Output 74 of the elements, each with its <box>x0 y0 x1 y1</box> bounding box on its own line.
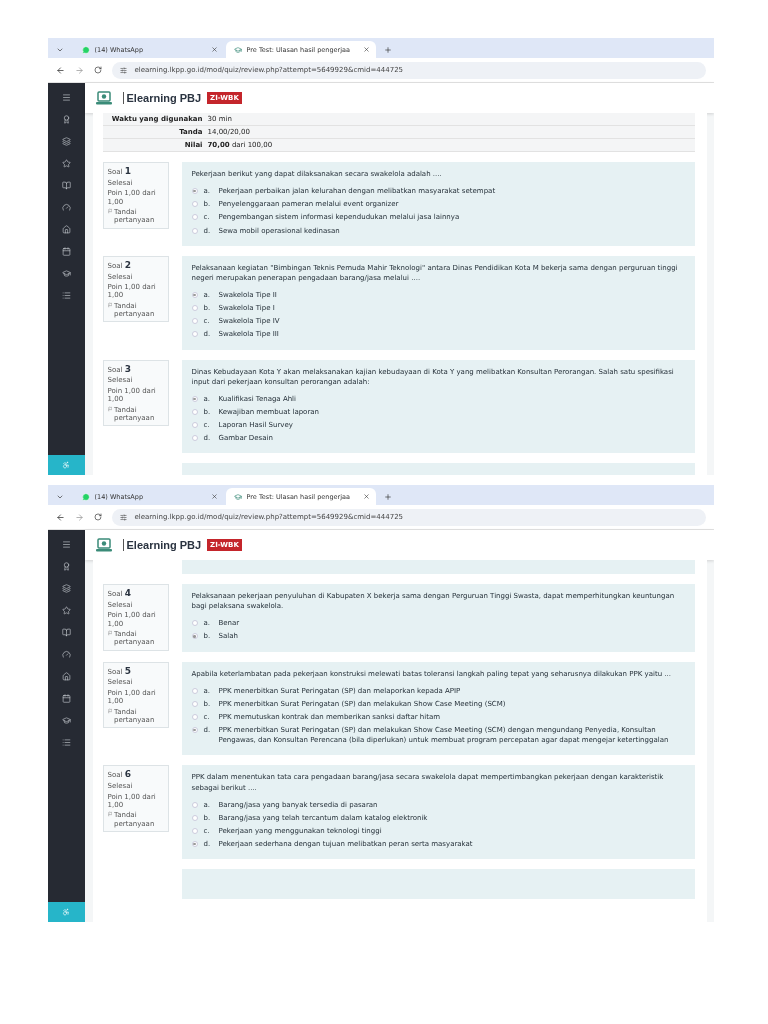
home-icon[interactable] <box>61 672 71 681</box>
back-icon[interactable] <box>55 65 65 75</box>
radio-button[interactable] <box>191 827 198 834</box>
graduation-cap-icon[interactable] <box>61 269 71 278</box>
layers-icon[interactable] <box>61 584 71 593</box>
close-icon[interactable] <box>210 46 218 53</box>
forward-icon[interactable] <box>74 65 84 75</box>
radio-button[interactable] <box>191 814 198 821</box>
radio-button[interactable] <box>191 801 198 808</box>
accessibility-button[interactable] <box>47 455 85 475</box>
radio-button[interactable] <box>191 633 198 640</box>
new-tab-icon[interactable] <box>383 46 392 54</box>
accessibility-button[interactable] <box>47 902 85 922</box>
accessibility-icon <box>62 461 70 469</box>
graduation-cap-icon <box>233 45 242 54</box>
star-icon[interactable] <box>61 606 71 615</box>
radio-button[interactable] <box>191 727 198 734</box>
radio-button[interactable] <box>191 435 198 442</box>
radio-button[interactable] <box>191 700 198 707</box>
close-icon[interactable] <box>362 493 370 500</box>
menu-icon[interactable] <box>61 93 71 102</box>
list-icon[interactable] <box>61 738 71 747</box>
reload-icon[interactable] <box>93 513 102 521</box>
flag-icon[interactable] <box>107 629 113 636</box>
award-icon[interactable] <box>61 562 71 571</box>
tab-list-icon[interactable] <box>55 46 64 54</box>
close-icon[interactable] <box>210 493 218 500</box>
radio-button[interactable] <box>191 227 198 234</box>
radio-button[interactable] <box>191 201 198 208</box>
radio-button[interactable] <box>191 318 198 325</box>
reload-icon[interactable] <box>93 66 102 74</box>
flag-icon[interactable] <box>107 811 113 818</box>
calendar-icon[interactable] <box>61 247 71 256</box>
radio-button[interactable] <box>191 292 198 298</box>
radio-button[interactable] <box>191 687 198 694</box>
radio-button[interactable] <box>191 188 198 195</box>
back-icon[interactable] <box>55 512 65 522</box>
layers-icon[interactable] <box>61 137 71 146</box>
graduation-cap-icon <box>233 492 242 501</box>
accessibility-icon <box>62 908 70 916</box>
award-icon[interactable] <box>61 115 71 124</box>
radio-button[interactable] <box>191 714 198 720</box>
new-tab-icon[interactable] <box>383 493 392 501</box>
radio-button[interactable] <box>191 841 198 848</box>
flag-icon[interactable] <box>107 405 113 412</box>
calendar-icon[interactable] <box>61 694 71 703</box>
radio-button[interactable] <box>191 305 198 312</box>
radio-button[interactable] <box>191 395 198 402</box>
radio-button[interactable] <box>191 408 198 415</box>
star-icon[interactable] <box>61 159 71 168</box>
graduation-cap-icon[interactable] <box>61 716 71 725</box>
menu-icon[interactable] <box>61 540 71 549</box>
book-icon[interactable] <box>61 628 71 637</box>
radio-button[interactable] <box>191 620 198 627</box>
gauge-icon[interactable] <box>61 650 71 659</box>
site-settings-icon[interactable] <box>119 66 127 74</box>
home-icon[interactable] <box>61 225 71 234</box>
chat-icon <box>81 492 90 501</box>
site-title[interactable]: Elearning PBJ <box>122 539 202 551</box>
radio-button[interactable] <box>191 214 198 221</box>
gauge-icon[interactable] <box>61 203 71 212</box>
flag-icon[interactable] <box>107 301 113 308</box>
tab-list-icon[interactable] <box>55 493 64 501</box>
site-title[interactable]: Elearning PBJ <box>122 92 202 104</box>
book-icon[interactable] <box>61 181 71 190</box>
chat-icon <box>81 45 90 54</box>
list-icon[interactable] <box>61 291 71 300</box>
site-settings-icon[interactable] <box>119 513 127 521</box>
radio-button[interactable] <box>191 331 198 338</box>
forward-icon[interactable] <box>74 512 84 522</box>
flag-icon[interactable] <box>107 207 113 214</box>
radio-button[interactable] <box>191 422 198 429</box>
flag-icon[interactable] <box>107 707 113 714</box>
close-icon[interactable] <box>362 46 370 53</box>
